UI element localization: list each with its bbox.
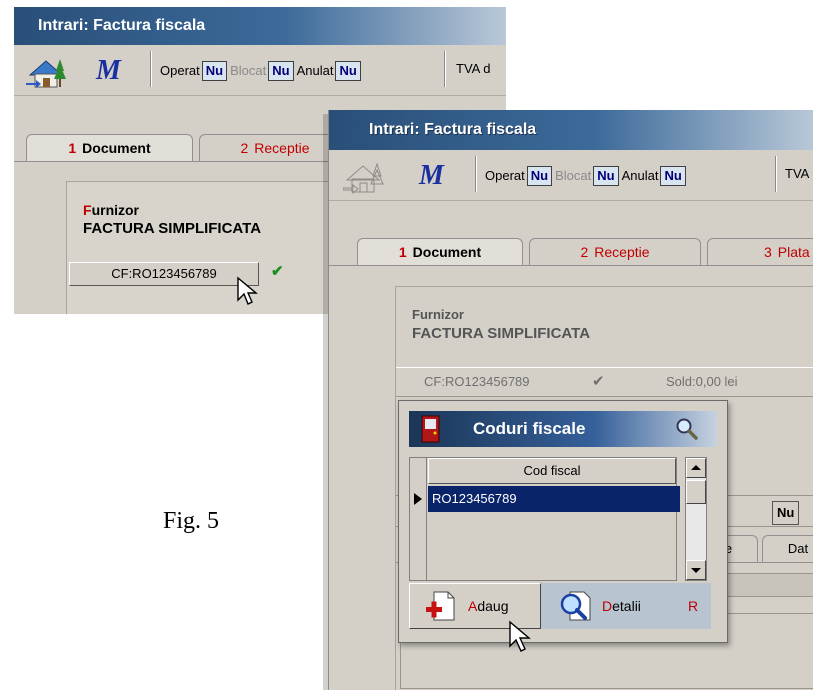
details-button[interactable]: Detalii R: [541, 583, 711, 629]
tab-number: 2: [240, 140, 249, 156]
tab-number: 2: [580, 244, 589, 260]
flag-blocat-label: Blocat: [230, 63, 267, 78]
flag-anulat-label: Anulat: [296, 63, 334, 78]
search-icon[interactable]: [675, 417, 699, 454]
toolbar-separator: [150, 51, 152, 87]
tab-number: 1: [68, 140, 77, 156]
tab-receptie[interactable]: 2 Receptie: [529, 238, 701, 265]
tab-label: Document: [412, 244, 482, 260]
fiscal-codes-popup: Coduri fiscale Cod fiscal RO123456789 Ad…: [398, 400, 728, 643]
details-label-text: etalii: [612, 598, 641, 614]
flag-anulat-label: Anulat: [621, 168, 659, 183]
details-button-label: Detalii: [602, 584, 641, 628]
add-label-text: daug: [477, 598, 509, 614]
row-pointer-icon: [413, 492, 423, 509]
add-hotkey: A: [468, 598, 478, 614]
svg-text:M: M: [418, 160, 445, 190]
tab-partial-2[interactable]: Dat: [762, 535, 813, 562]
popup-titlebar: Coduri fiscale: [409, 411, 717, 447]
m-logo-icon[interactable]: M: [417, 160, 457, 193]
tab-document[interactable]: 1 Document: [357, 238, 523, 265]
figure-caption: Fig. 5: [163, 508, 220, 534]
sold-text: Sold:0,00 lei: [666, 374, 738, 389]
tab-document[interactable]: 1 Document: [26, 134, 193, 161]
scroll-down-button[interactable]: [686, 560, 706, 580]
cf-button[interactable]: CF:RO123456789: [69, 262, 259, 286]
scroll-thumb[interactable]: [686, 480, 706, 504]
mouse-cursor-icon: [236, 276, 258, 311]
back-toolbar: M Operat Nu Blocat Nu Anulat Nu TVA d: [14, 45, 506, 96]
door-icon: [421, 415, 441, 456]
check-icon: ✔: [592, 373, 605, 390]
tab-divider: [329, 265, 813, 266]
flag-operat-label: Operat: [160, 63, 200, 78]
front-window-title: Intrari: Factura fiscala: [329, 110, 813, 150]
tva-label: TVA d: [456, 61, 491, 76]
flag-blocat-value[interactable]: Nu: [593, 166, 619, 186]
home-icon: [342, 158, 391, 197]
supplier-name: FACTURA SIMPLIFICATA: [83, 220, 262, 237]
fiscal-codes-grid: Cod fiscal RO123456789: [409, 457, 680, 581]
tab-plata[interactable]: 3 Plata: [707, 238, 813, 265]
tab-number: 1: [398, 244, 407, 260]
supplier-panel: Furnizor FACTURA SIMPLIFICATA CF:RO12345…: [66, 181, 338, 314]
table-row[interactable]: RO123456789: [428, 486, 680, 512]
cf-row: CF:RO123456789 ✔ Sold:0,00 lei: [396, 367, 813, 397]
supplier-label-hotkey: F: [83, 202, 92, 218]
flag-anulat-value[interactable]: Nu: [335, 61, 361, 81]
magnifier-document-icon: [558, 590, 592, 639]
front-toolbar: M Operat Nu Blocat Nu Anulat Nu TVA: [329, 150, 813, 201]
row-indicator-column: [410, 458, 427, 580]
scroll-up-button[interactable]: [686, 458, 706, 478]
vertical-scrollbar[interactable]: [685, 457, 707, 581]
popup-title: Coduri fiscale: [473, 419, 586, 438]
flag-operat-value[interactable]: Nu: [526, 166, 553, 186]
tab-number: 3: [764, 244, 772, 260]
supplier-name: FACTURA SIMPLIFICATA: [412, 325, 591, 342]
details-hotkey: D: [602, 598, 613, 614]
flag-blocat-label: Blocat: [555, 168, 592, 183]
home-icon[interactable]: [26, 53, 74, 92]
status-flags: Operat Nu Blocat Nu Anulat Nu: [160, 61, 364, 81]
svg-text:M: M: [95, 55, 122, 85]
tab-label: Plata: [777, 244, 810, 260]
flag-operat-label: Operat: [485, 168, 525, 183]
toolbar-separator: [475, 156, 477, 192]
column-header-cod-fiscal[interactable]: Cod fiscal: [428, 458, 676, 484]
supplier-label: Furnizor: [412, 307, 464, 322]
shortcut-r: R: [688, 598, 699, 614]
nu-box[interactable]: Nu: [772, 501, 800, 525]
supplier-label: Furnizor: [83, 202, 139, 218]
m-logo-icon[interactable]: M: [94, 55, 134, 88]
tab-label: Document: [82, 140, 151, 156]
back-window-title: Intrari: Factura fiscala: [14, 7, 506, 45]
toolbar-separator: [775, 156, 777, 192]
arrow-up-icon: [691, 465, 701, 470]
flag-blocat-value[interactable]: Nu: [268, 61, 294, 81]
check-icon: ✔: [271, 263, 284, 280]
supplier-label-text: urnizor: [91, 202, 140, 218]
flag-anulat-value[interactable]: Nu: [660, 166, 686, 186]
mouse-cursor-icon: [508, 620, 532, 659]
toolbar-separator: [444, 51, 446, 87]
tva-label: TVA: [785, 166, 810, 181]
tab-label: Receptie: [254, 140, 310, 156]
cf-text[interactable]: CF:RO123456789: [424, 374, 530, 389]
flag-operat-value[interactable]: Nu: [201, 61, 228, 81]
add-button-label: Adaug: [468, 584, 509, 628]
add-document-icon: [424, 590, 456, 639]
arrow-down-icon: [691, 568, 701, 573]
tab-label: Receptie: [594, 244, 650, 260]
status-flags: Operat Nu Blocat Nu Anulat Nu: [485, 166, 689, 186]
